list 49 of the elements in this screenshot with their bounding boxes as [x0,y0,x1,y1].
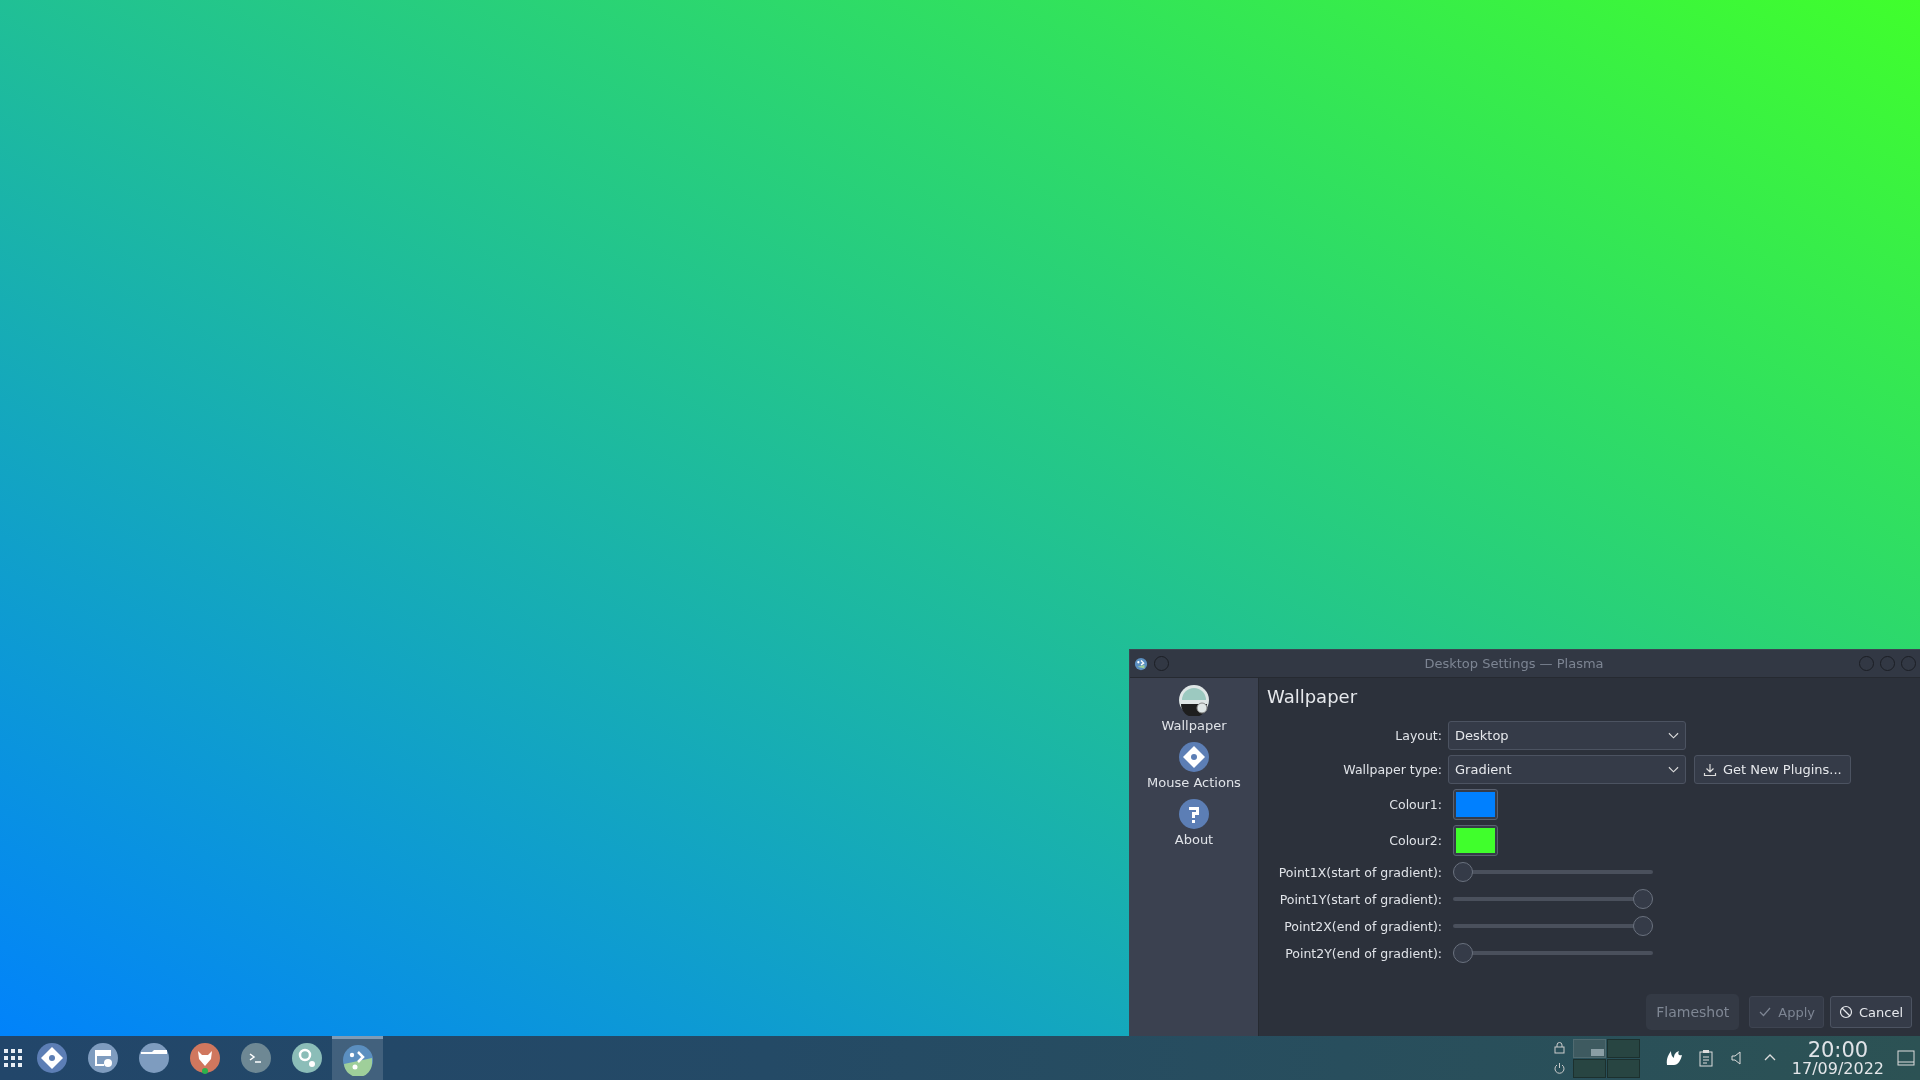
field-label: Layout: [1394,728,1442,743]
slider[interactable] [1453,915,1653,937]
virtual-desktop[interactable] [1572,1038,1606,1058]
field-label: Colour2: [1388,833,1442,848]
slider-handle[interactable] [1633,889,1653,909]
page-heading: Wallpaper [1267,686,1359,707]
sidebar-item[interactable]: About [1170,796,1218,849]
field-label: Point2Y(end of gradient): [1284,945,1442,961]
slider[interactable] [1453,861,1653,883]
virtual-desktop[interactable] [1572,1058,1606,1078]
dropdown[interactable]: Gradient [1448,755,1686,784]
field-label: Wallpaper type: [1342,762,1442,777]
virtual-desktop[interactable] [1606,1038,1640,1058]
plasma-icon [341,1043,374,1076]
check-icon [1758,1005,1773,1019]
grid-icon [3,1048,23,1068]
field-label: Colour1: [1388,797,1442,812]
field-label: Point2X(end of gradient): [1283,918,1442,934]
field-label: Point1X(start of gradient): [1277,864,1442,880]
fox-icon [188,1042,221,1074]
clock[interactable]: 20:00 17/09/2022 [1791,1039,1884,1077]
chevron-icon [1668,731,1679,740]
sidebar-item[interactable]: Wallpaper [1157,682,1231,735]
virtual-desktop[interactable] [1606,1058,1640,1078]
window-title: Desktop Settings — Plasma [1423,656,1605,671]
slider-handle[interactable] [1453,943,1473,963]
slider-handle[interactable] [1633,916,1653,936]
show-desktop-icon[interactable] [1896,1048,1916,1068]
landscape-icon [1178,684,1210,716]
tooltip: Flameshot [1646,994,1740,1030]
folder-icon [137,1042,170,1074]
cancel-button[interactable]: Cancel [1829,996,1912,1028]
cancel-icon [1838,1005,1853,1019]
get-plugins-button[interactable]: Get New Plugins... [1694,755,1851,784]
terminal-icon [239,1042,272,1074]
plasma-icon [1134,656,1148,671]
task-button[interactable] [332,1036,383,1080]
store-icon [86,1042,119,1074]
dropdown[interactable]: Desktop [1448,721,1686,750]
field-label: Point1Y(start of gradient): [1278,891,1442,907]
slider[interactable] [1453,888,1653,910]
lock-icon[interactable] [1553,1042,1565,1054]
help-icon [1178,798,1210,830]
sidebar-item[interactable]: Mouse Actions [1143,739,1245,792]
power-icon[interactable] [1553,1062,1565,1074]
slider-handle[interactable] [1453,862,1473,882]
chevron-icon [1668,765,1679,774]
slider[interactable] [1453,942,1653,964]
download-icon [1703,762,1717,777]
